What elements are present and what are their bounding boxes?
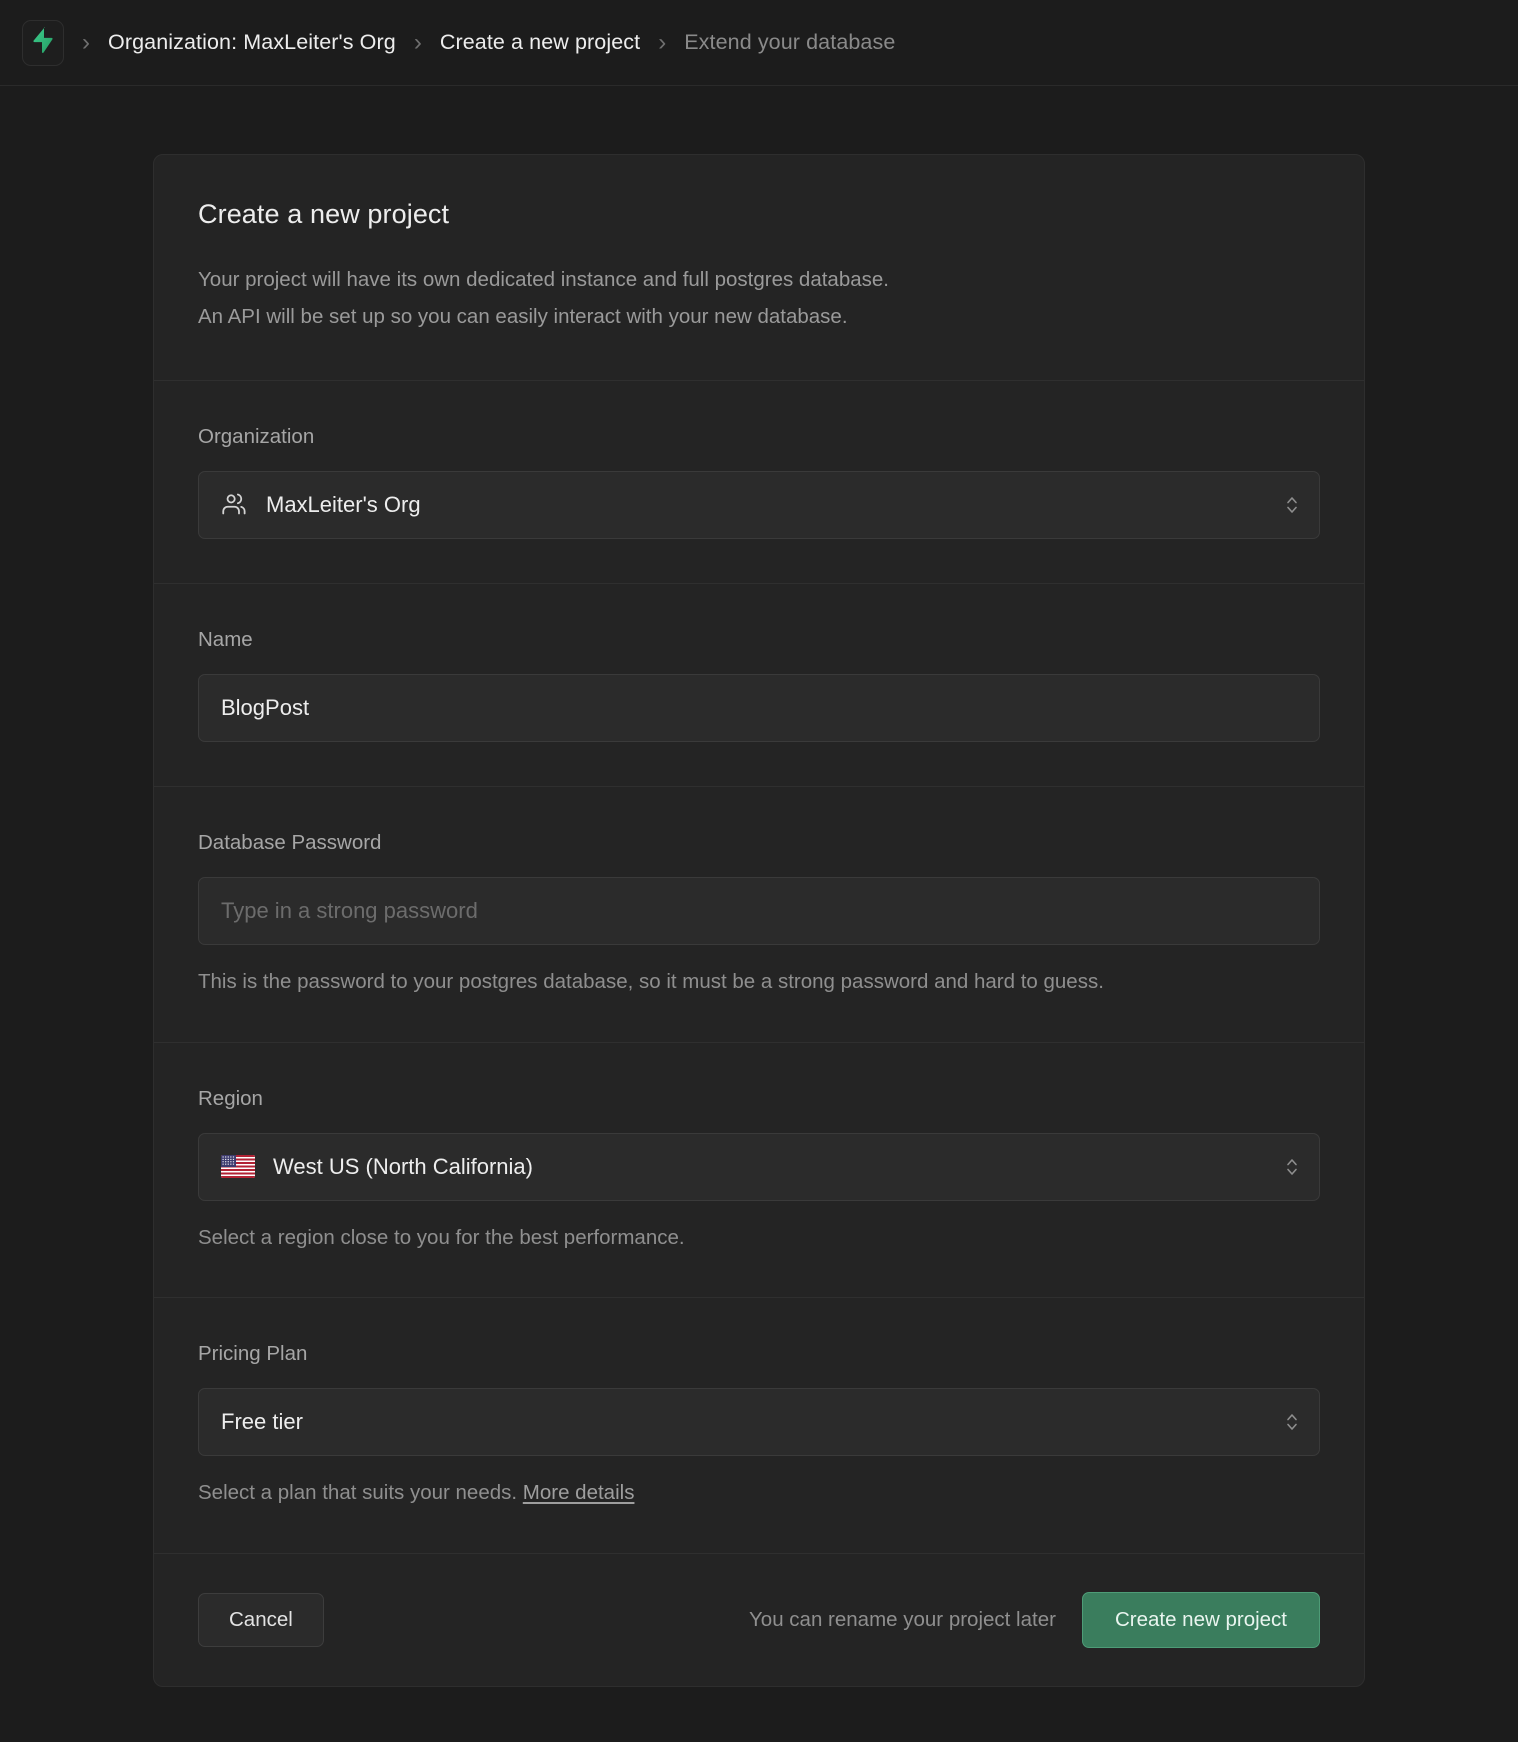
breadcrumb-separator-3: › bbox=[640, 31, 684, 55]
region-label: Region bbox=[198, 1087, 1320, 1111]
pricing-plan-label: Pricing Plan bbox=[198, 1342, 1320, 1366]
breadcrumb-bar: › Organization: MaxLeiter's Org › Create… bbox=[0, 0, 1518, 86]
region-section: Region West US (North California) Select bbox=[154, 1043, 1364, 1299]
card-description: Your project will have its own dedicated… bbox=[198, 262, 1320, 336]
page-title: Create a new project bbox=[198, 199, 1320, 230]
card-description-line-1: Your project will have its own dedicated… bbox=[198, 262, 1320, 299]
chevron-up-down-icon bbox=[1285, 1156, 1299, 1178]
rename-note: You can rename your project later bbox=[749, 1608, 1056, 1632]
create-new-project-button[interactable]: Create new project bbox=[1082, 1592, 1320, 1648]
card-description-line-2: An API will be set up so you can easily … bbox=[198, 299, 1320, 336]
project-name-input[interactable]: BlogPost bbox=[221, 695, 309, 721]
breadcrumb-item-create-project[interactable]: Create a new project bbox=[440, 30, 640, 55]
database-password-section: Database Password Type in a strong passw… bbox=[154, 787, 1364, 1043]
breadcrumb-separator-1: › bbox=[64, 31, 108, 55]
us-flag-icon bbox=[221, 1155, 255, 1178]
users-icon bbox=[221, 491, 248, 518]
database-password-field[interactable]: Type in a strong password bbox=[198, 877, 1320, 945]
breadcrumb-item-organization[interactable]: Organization: MaxLeiter's Org bbox=[108, 30, 396, 55]
region-helper: Select a region close to you for the bes… bbox=[198, 1223, 1320, 1254]
name-label: Name bbox=[198, 628, 1320, 652]
database-password-label: Database Password bbox=[198, 831, 1320, 855]
breadcrumb-item-extend-database[interactable]: Extend your database bbox=[684, 30, 895, 55]
region-select[interactable]: West US (North California) bbox=[198, 1133, 1320, 1201]
project-name-field[interactable]: BlogPost bbox=[198, 674, 1320, 742]
card-footer: Cancel You can rename your project later… bbox=[154, 1554, 1364, 1686]
chevron-up-down-icon bbox=[1285, 494, 1299, 516]
more-details-link[interactable]: More details bbox=[523, 1481, 635, 1504]
supabase-logo-button[interactable] bbox=[22, 20, 64, 66]
pricing-plan-helper: Select a plan that suits your needs. Mor… bbox=[198, 1478, 1320, 1509]
database-password-helper: This is the password to your postgres da… bbox=[198, 967, 1320, 998]
breadcrumb-separator-2: › bbox=[396, 31, 440, 55]
pricing-plan-helper-text: Select a plan that suits your needs. bbox=[198, 1481, 523, 1504]
pricing-plan-select[interactable]: Free tier bbox=[198, 1388, 1320, 1456]
supabase-lightning-bolt-icon bbox=[33, 27, 53, 58]
database-password-input[interactable]: Type in a strong password bbox=[221, 898, 478, 924]
chevron-up-down-icon bbox=[1285, 1411, 1299, 1433]
card-header-section: Create a new project Your project will h… bbox=[154, 155, 1364, 381]
pricing-plan-value: Free tier bbox=[221, 1409, 303, 1435]
create-project-card: Create a new project Your project will h… bbox=[153, 154, 1365, 1687]
organization-select[interactable]: MaxLeiter's Org bbox=[198, 471, 1320, 539]
organization-section: Organization MaxLeiter's Org bbox=[154, 381, 1364, 584]
region-value: West US (North California) bbox=[273, 1154, 533, 1180]
page-body: Create a new project Your project will h… bbox=[0, 86, 1518, 1687]
pricing-plan-section: Pricing Plan Free tier Select a plan tha… bbox=[154, 1298, 1364, 1554]
name-section: Name BlogPost bbox=[154, 584, 1364, 787]
organization-label: Organization bbox=[198, 425, 1320, 449]
cancel-button[interactable]: Cancel bbox=[198, 1593, 324, 1647]
footer-actions: You can rename your project later Create… bbox=[749, 1592, 1320, 1648]
organization-value: MaxLeiter's Org bbox=[266, 492, 421, 518]
